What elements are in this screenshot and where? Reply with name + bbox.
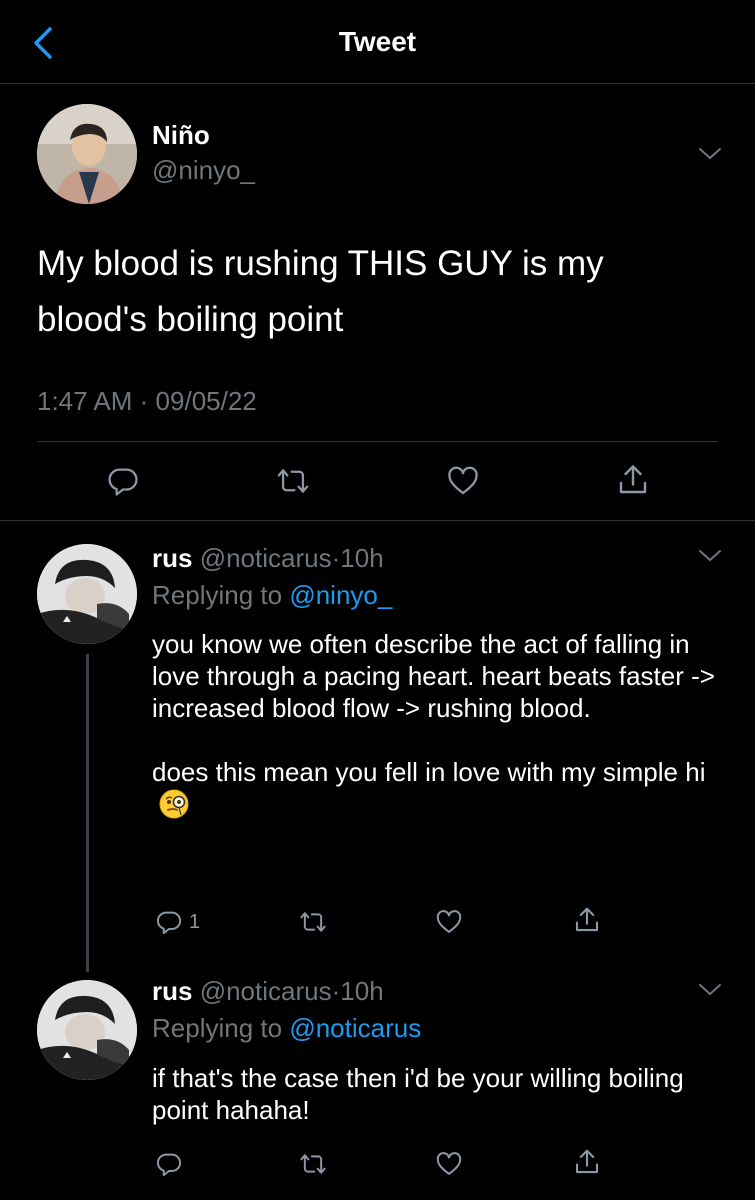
share-button[interactable] bbox=[615, 462, 651, 498]
avatar[interactable] bbox=[37, 980, 137, 1080]
share-button[interactable] bbox=[572, 1147, 602, 1177]
retweet-icon bbox=[277, 469, 309, 493]
tweet-timestamp: 1:47 AM · 09/05/22 bbox=[37, 386, 257, 417]
reply-menu-button[interactable] bbox=[697, 982, 723, 998]
replying-to-mention[interactable]: @noticarus bbox=[289, 1013, 421, 1043]
page-title: Tweet bbox=[338, 26, 417, 57]
author-handle[interactable]: @ninyo_ bbox=[152, 155, 255, 186]
like-button[interactable] bbox=[445, 464, 481, 498]
retweet-button[interactable] bbox=[298, 908, 328, 936]
divider bbox=[37, 441, 718, 442]
profile-photo bbox=[37, 980, 137, 1080]
reply-time: 10h bbox=[340, 976, 384, 1006]
retweet-button[interactable] bbox=[298, 1150, 328, 1178]
avatar[interactable] bbox=[37, 104, 137, 204]
avatar[interactable] bbox=[37, 544, 137, 644]
like-icon bbox=[448, 466, 478, 495]
retweet-icon bbox=[300, 1154, 326, 1174]
thread-connector bbox=[86, 654, 89, 972]
author-name[interactable]: Niño bbox=[152, 120, 210, 151]
replying-to-label: Replying to bbox=[152, 580, 283, 610]
reply-author-name[interactable]: rus bbox=[152, 976, 192, 1006]
divider bbox=[0, 520, 755, 521]
reply-icon bbox=[157, 1153, 181, 1177]
tweet-date: 09/05/22 bbox=[155, 386, 257, 416]
reply-text: if that's the case then i'd be your will… bbox=[152, 1063, 684, 1125]
share-icon bbox=[575, 907, 599, 932]
meta-separator: · bbox=[331, 976, 341, 1006]
reply-icon bbox=[108, 468, 138, 496]
top-bar: Tweet bbox=[0, 0, 755, 84]
chevron-down-icon bbox=[699, 550, 721, 562]
replying-to: Replying to @noticarus bbox=[152, 1013, 421, 1044]
like-icon bbox=[436, 1152, 462, 1175]
reply-author-handle[interactable]: @noticarus bbox=[200, 543, 332, 573]
tweet-menu-button[interactable] bbox=[697, 146, 723, 162]
reply-time: 10h bbox=[340, 543, 384, 573]
reply-button[interactable] bbox=[155, 1150, 183, 1178]
share-icon bbox=[619, 465, 647, 494]
retweet-icon bbox=[300, 912, 326, 932]
reply-header: rus @noticarus·10h bbox=[152, 976, 384, 1007]
share-button[interactable] bbox=[572, 905, 602, 935]
reply-text: you know we often describe the act of fa… bbox=[152, 628, 727, 827]
reply-text-body: you know we often describe the act of fa… bbox=[152, 629, 715, 787]
reply-button[interactable] bbox=[106, 464, 140, 498]
reply-menu-button[interactable] bbox=[697, 548, 723, 564]
share-icon bbox=[575, 1149, 599, 1174]
replying-to: Replying to @ninyo_ bbox=[152, 580, 392, 611]
replying-to-mention[interactable]: @ninyo_ bbox=[289, 580, 392, 610]
reply-header: rus @noticarus·10h bbox=[152, 543, 384, 574]
reply-icon bbox=[157, 911, 181, 935]
reply-button[interactable]: 1 bbox=[155, 908, 200, 936]
chevron-down-icon bbox=[699, 148, 721, 160]
meta-separator: · bbox=[331, 543, 341, 573]
chevron-down-icon bbox=[699, 984, 721, 996]
meta-separator: · bbox=[139, 386, 149, 416]
like-button[interactable] bbox=[434, 1150, 464, 1178]
tweet-time: 1:47 AM bbox=[37, 386, 133, 416]
profile-photo bbox=[37, 544, 137, 644]
reply-count: 1 bbox=[189, 910, 201, 933]
face-with-monocle-icon bbox=[158, 788, 190, 827]
replying-to-label: Replying to bbox=[152, 1013, 283, 1043]
retweet-button[interactable] bbox=[275, 464, 311, 498]
reply-author-handle[interactable]: @noticarus bbox=[200, 976, 332, 1006]
reply-author-name[interactable]: rus bbox=[152, 543, 192, 573]
like-button[interactable] bbox=[434, 908, 464, 936]
like-icon bbox=[436, 910, 462, 933]
profile-photo bbox=[37, 104, 137, 204]
tweet-text: My blood is rushing THIS GUY is my blood… bbox=[37, 244, 604, 339]
